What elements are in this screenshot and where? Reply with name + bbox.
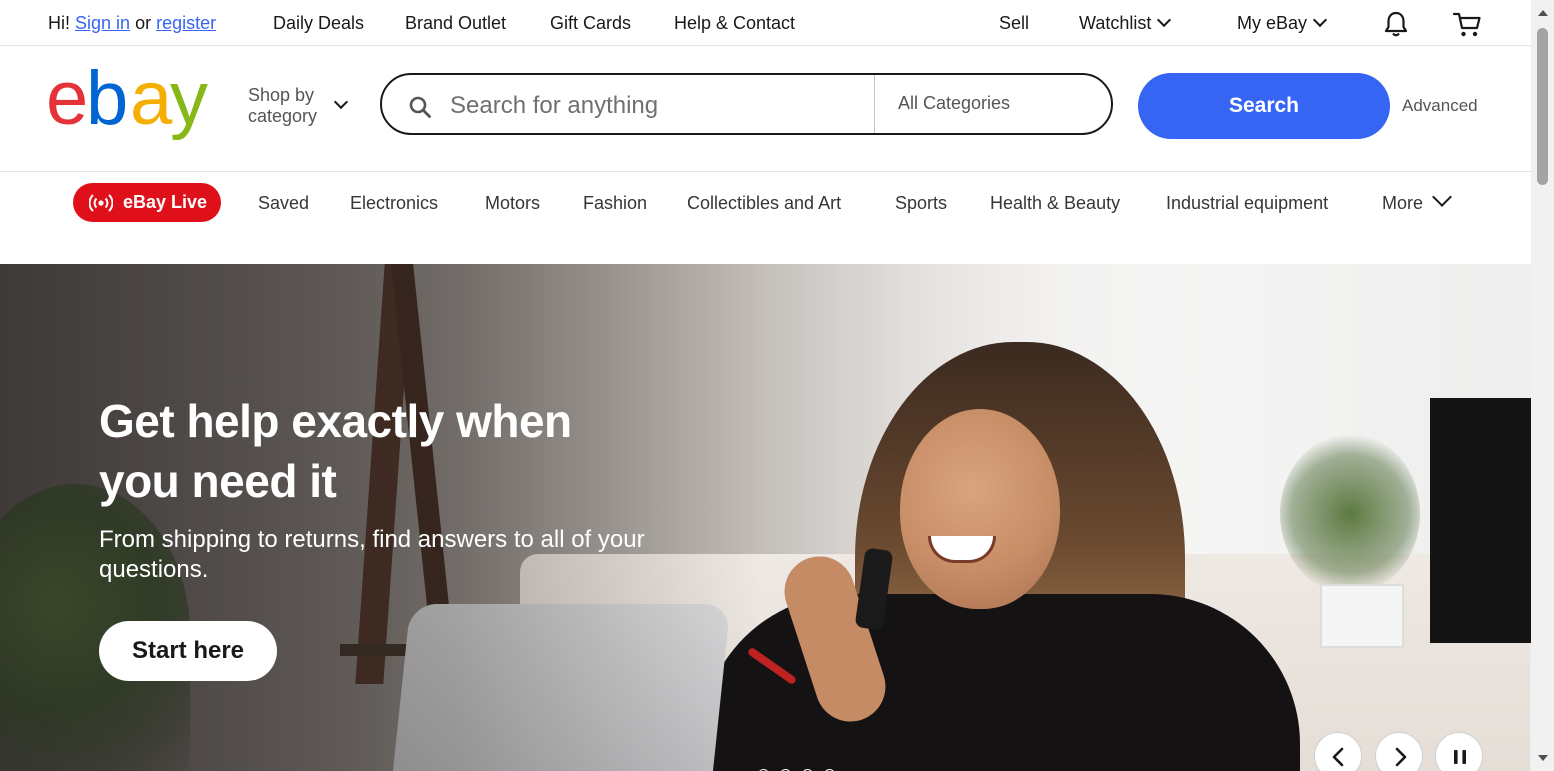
- header-divider: [0, 171, 1531, 172]
- next-icon: [1395, 747, 1407, 767]
- start-here-button[interactable]: Start here: [99, 621, 277, 681]
- logo-letter-e: e: [46, 62, 85, 141]
- shop-by-category-button[interactable]: Shop by category: [248, 85, 349, 127]
- hero-title: Get help exactly when you need it: [99, 395, 572, 507]
- search-input[interactable]: [448, 87, 852, 125]
- shop-by-line1: Shop by: [248, 85, 315, 105]
- search-icon: [409, 96, 431, 118]
- chevron-down-icon: [1312, 12, 1328, 28]
- sign-in-link[interactable]: Sign in: [75, 13, 130, 33]
- gift-cards-link[interactable]: Gift Cards: [550, 13, 631, 34]
- watchlist-menu[interactable]: Watchlist: [1079, 12, 1172, 34]
- ebay-live-button[interactable]: eBay Live: [73, 183, 221, 222]
- scroll-down-arrow-icon[interactable]: [1538, 755, 1548, 761]
- search-box: All Categories: [380, 73, 1113, 135]
- greeting-prefix: Hi!: [48, 13, 70, 33]
- nav-more-label: More: [1382, 193, 1424, 213]
- category-divider: [874, 75, 875, 133]
- search-button[interactable]: Search: [1138, 73, 1390, 139]
- nav-item-health-beauty[interactable]: Health & Beauty: [990, 193, 1120, 214]
- top-utility-bar: Hi! Sign in or register Daily Deals Bran…: [0, 0, 1531, 46]
- nav-item-collectibles-art[interactable]: Collectibles and Art: [687, 193, 841, 214]
- chevron-down-icon: [1157, 12, 1172, 28]
- register-link[interactable]: register: [156, 13, 216, 33]
- scroll-up-arrow-icon[interactable]: [1538, 10, 1548, 16]
- nav-item-industrial-equipment[interactable]: Industrial equipment: [1166, 193, 1328, 214]
- brand-outlet-link[interactable]: Brand Outlet: [405, 13, 506, 34]
- logo-letter-a: a: [130, 62, 173, 141]
- my-ebay-label: My eBay: [1237, 13, 1308, 33]
- hero-photo-tv: [1430, 398, 1531, 643]
- pause-icon: [1454, 750, 1466, 764]
- nav-item-motors[interactable]: Motors: [485, 193, 540, 214]
- hero-photo-person-face: [900, 409, 1060, 609]
- hero-text-shade: [0, 264, 760, 771]
- greeting-or: or: [135, 13, 152, 33]
- ebay-live-label: eBay Live: [123, 192, 208, 212]
- help-contact-link[interactable]: Help & Contact: [674, 13, 795, 34]
- previous-icon: [1332, 747, 1344, 767]
- nav-more-button[interactable]: More: [1382, 187, 1452, 214]
- category-select[interactable]: All Categories: [898, 93, 1010, 114]
- sell-link[interactable]: Sell: [999, 13, 1029, 34]
- nav-item-electronics[interactable]: Electronics: [350, 193, 438, 214]
- daily-deals-link[interactable]: Daily Deals: [273, 13, 364, 34]
- greeting: Hi! Sign in or register: [48, 13, 216, 34]
- bell-icon[interactable]: [1382, 10, 1410, 43]
- hero-photo-plant: [1280, 434, 1420, 594]
- page-scrollbar[interactable]: [1531, 0, 1554, 771]
- hero-photo-frame: [1320, 584, 1404, 648]
- ebay-logo[interactable]: e b a y: [46, 56, 226, 142]
- carousel-dots: [758, 767, 846, 771]
- shop-by-line2: category: [248, 106, 318, 126]
- cart-icon[interactable]: [1452, 10, 1482, 43]
- chevron-down-icon: [333, 94, 349, 110]
- advanced-search-link[interactable]: Advanced: [1402, 96, 1478, 116]
- nav-item-fashion[interactable]: Fashion: [583, 193, 647, 214]
- live-broadcast-icon: [89, 194, 113, 212]
- nav-item-saved[interactable]: Saved: [258, 193, 309, 214]
- hero-subtitle: From shipping to returns, find answers t…: [99, 526, 645, 583]
- watchlist-label: Watchlist: [1079, 13, 1152, 33]
- logo-letter-b: b: [86, 62, 126, 141]
- hero-banner: Get help exactly when you need it From s…: [0, 264, 1531, 771]
- logo-letter-y: y: [170, 62, 208, 141]
- my-ebay-menu[interactable]: My eBay: [1237, 12, 1328, 34]
- nav-item-sports[interactable]: Sports: [895, 193, 947, 214]
- scrollbar-thumb[interactable]: [1537, 28, 1548, 185]
- chevron-down-icon: [1432, 187, 1452, 207]
